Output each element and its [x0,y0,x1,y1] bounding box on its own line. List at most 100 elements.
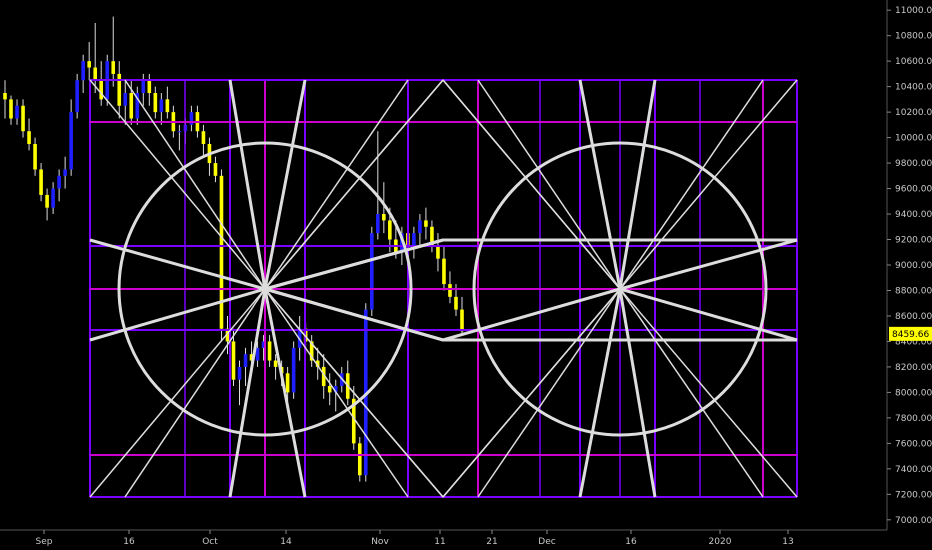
last-price-label: 8459.66 [892,330,929,340]
gann-spoke [619,287,798,342]
y-tick-label: 7000.00 [895,516,932,526]
candle-body [99,80,104,100]
candle-body [45,194,49,208]
candle-body [9,99,13,119]
gann-spoke [263,79,307,290]
candle-body [39,169,43,195]
candle-body [412,233,416,246]
y-tick-label: 7200.00 [895,490,932,500]
candle-body [21,105,25,132]
y-tick-label: 10400.00 [895,83,932,93]
candle-body [201,131,206,144]
candle-body [33,143,37,170]
candle-body [129,93,134,119]
y-tick-label: 10600.00 [895,57,932,67]
y-tick-label: 10200.00 [895,108,932,118]
candle-body [63,169,67,176]
gann-spoke [619,288,764,498]
candle-body [75,80,79,113]
x-tick-label: Dec [538,537,555,547]
price-layer [3,16,464,482]
candle-body [327,386,332,393]
y-tick-label: 9200.00 [895,236,932,246]
x-tick-label: 14 [280,537,292,547]
y-tick-label: 10800.00 [895,32,932,42]
gann-spoke [263,288,307,498]
candle-body [460,309,464,332]
gann-spoke [477,288,621,331]
y-tick-label: 8000.00 [895,388,932,398]
candle-body [291,347,296,393]
x-tick-label: 16 [123,537,135,547]
x-tick-label: 2020 [709,537,732,547]
candle-body [418,220,422,234]
gann-spoke [264,79,444,290]
y-tick-label: 9600.00 [895,185,932,195]
x-tick-label: 11 [434,537,445,547]
candle-body [51,188,55,208]
gann-spoke [124,288,266,498]
gann-spoke [228,288,267,498]
x-tick-label: 13 [782,537,793,547]
y-tick-label: 10000.00 [895,134,932,144]
candle-body [267,341,272,361]
candle-body [219,175,224,329]
candle-body [153,93,158,113]
gann-spoke [228,79,267,290]
candle-body [243,354,248,367]
candle-body [27,131,31,144]
candle-body [3,93,7,100]
gann-spoke [619,79,764,290]
candle-body [382,214,386,221]
candle-body [15,105,19,119]
x-tick-label: Sep [36,537,53,547]
gann-spoke [264,288,444,498]
candle-body [388,220,392,240]
candle-body [111,61,116,74]
candle-body [273,360,278,367]
x-tick-label: Nov [371,537,389,547]
gann-spoke [578,79,622,290]
gann-spoke [124,79,266,290]
candle-body [93,67,98,81]
candle-body [376,214,380,234]
y-tick-label: 9800.00 [895,159,932,169]
gann-spoke [89,79,266,290]
y-tick-label: 8200.00 [895,363,932,373]
y-tick-label: 9000.00 [895,261,932,271]
y-tick-label: 8600.00 [895,312,932,322]
candle-body [57,175,61,189]
candle-body [123,93,128,106]
gann-spoke [618,79,657,290]
gann-chart: 11000.00 10800.00 10600.00 10400.00 10200.00… [0,0,932,547]
y-tick-label: 9400.00 [895,210,932,220]
candle-body [165,99,170,113]
gann-spoke [442,79,621,290]
y-tick-label: 7800.00 [895,414,932,424]
gann-spoke [442,288,621,498]
candle-body [213,163,218,176]
candle-body [81,61,85,81]
candle-body [237,366,242,380]
x-tick-label: Oct [202,537,218,547]
candle-body [147,80,152,94]
candle-body [357,443,362,476]
y-tick-label: 7600.00 [895,439,932,449]
y-tick-label: 11000.00 [895,6,932,16]
candle-body [424,220,428,227]
drawing-layer [89,79,798,498]
y-tick-label: 8800.00 [895,286,932,296]
candle-body [87,61,91,68]
candle-body [177,131,182,133]
x-tick-label: 16 [625,537,637,547]
candle-body [285,373,290,393]
chart-stage: 11000.00 10800.00 10600.00 10400.00 10200.00… [0,0,932,550]
candle-body [436,245,440,259]
gann-spoke [89,288,266,498]
candle-body [117,73,122,106]
y-tick-label: 7400.00 [895,465,932,475]
gann-spoke [619,288,798,498]
x-tick-label: 21 [486,537,497,547]
candle-body [159,99,164,113]
candle-body [69,112,73,170]
